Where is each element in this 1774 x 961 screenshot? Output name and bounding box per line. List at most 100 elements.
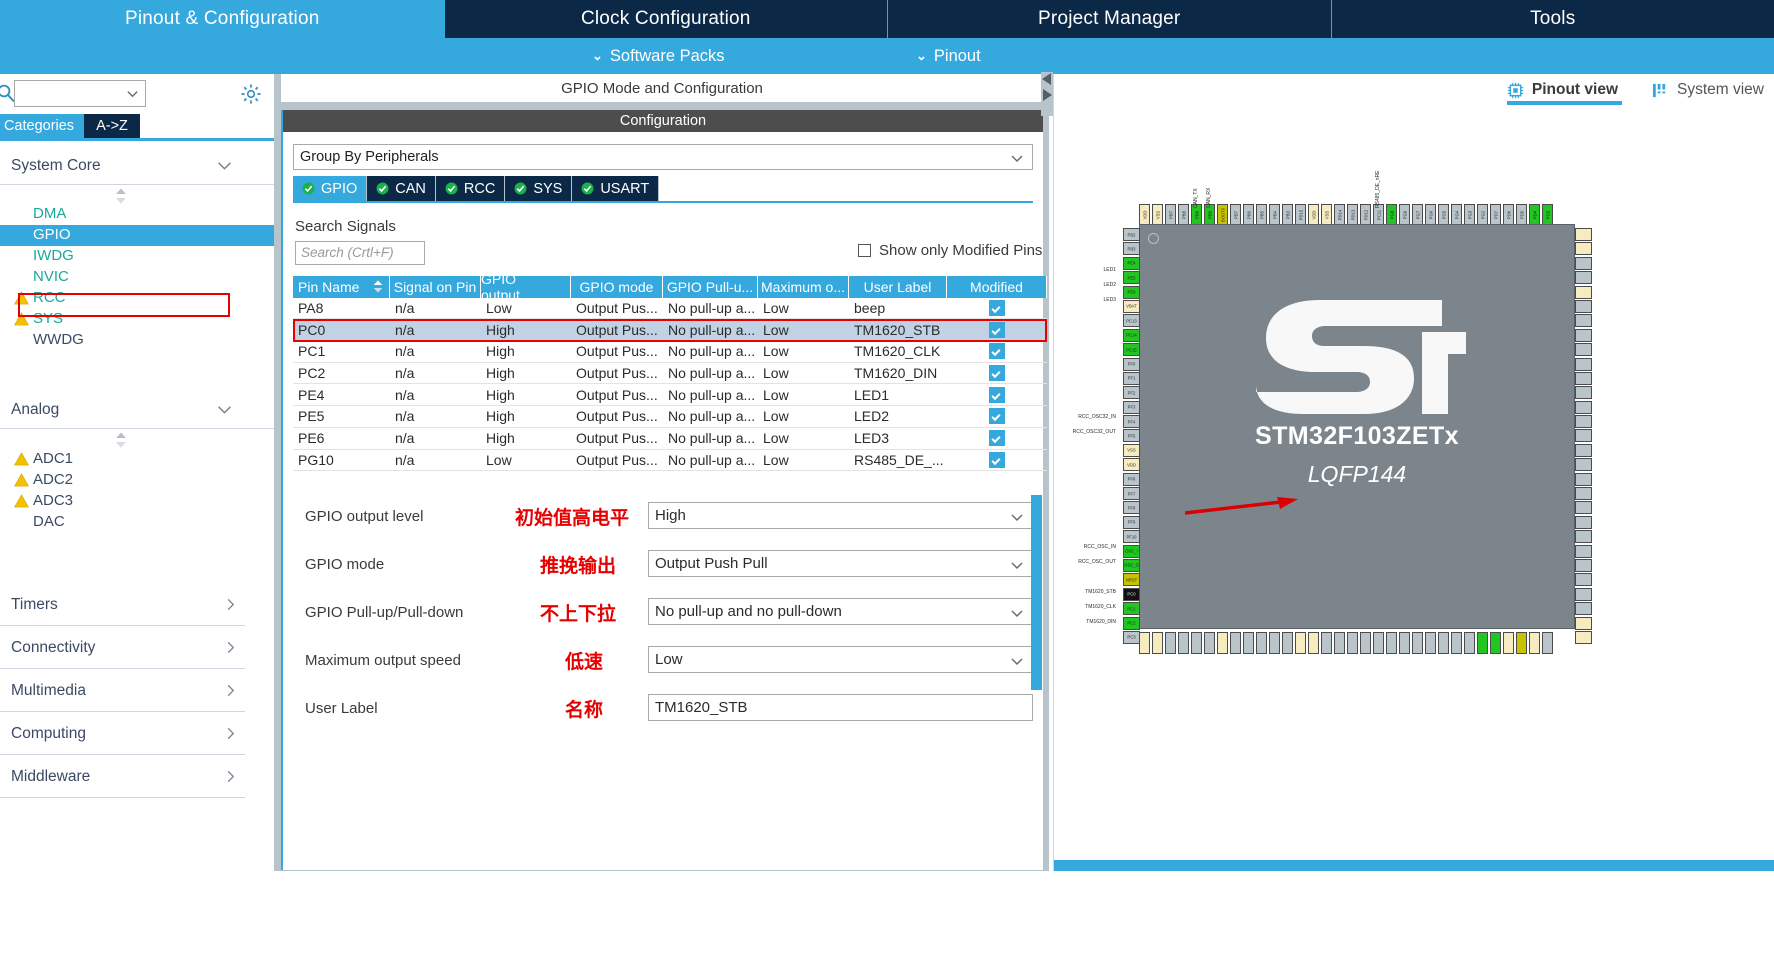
tab-pinout-configuration[interactable]: Pinout & Configuration <box>0 0 444 38</box>
user-label-input[interactable]: TM1620_STB <box>648 694 1033 721</box>
sidebar-item-adc2[interactable]: ADC2 <box>0 470 274 491</box>
sidebar-item-nvic[interactable]: NVIC <box>0 267 274 288</box>
pin-pad[interactable] <box>1230 632 1241 654</box>
cell-modified[interactable] <box>947 406 1047 427</box>
cell-modified[interactable] <box>947 319 1047 340</box>
pin-pad[interactable] <box>1425 632 1436 654</box>
modified-checkbox[interactable] <box>989 365 1005 381</box>
pin-pad[interactable] <box>1575 516 1592 529</box>
pin-pad[interactable] <box>1321 632 1332 654</box>
pin-pad[interactable]: PD3 <box>1542 204 1553 226</box>
pin-pad[interactable]: PE4 <box>1123 257 1140 270</box>
pin-pad[interactable]: PD6 <box>1503 204 1514 226</box>
modified-checkbox[interactable] <box>989 408 1005 424</box>
pin-pad[interactable] <box>1490 632 1501 654</box>
pin-pad[interactable]: PF0 <box>1123 358 1140 371</box>
pin-pad[interactable] <box>1438 632 1449 654</box>
sidebar-spinner-icon[interactable] <box>114 431 128 449</box>
modified-checkbox[interactable] <box>989 387 1005 403</box>
modified-checkbox[interactable] <box>989 452 1005 468</box>
cell-max-speed[interactable]: Low <box>758 384 849 405</box>
pin-pad[interactable]: NRST <box>1123 573 1140 586</box>
cell-max-speed[interactable]: Low <box>758 363 849 384</box>
collapse-left-icon[interactable] <box>1041 72 1053 86</box>
cell-user-label[interactable]: LED2 <box>849 406 947 427</box>
pin-pad[interactable] <box>1575 631 1592 644</box>
pin-pad[interactable]: BOOT0 <box>1217 204 1228 226</box>
cell-gpio-output-level[interactable]: Low <box>481 450 571 471</box>
sidebar-group-multimedia[interactable]: Multimedia <box>0 670 245 712</box>
cell-gpio-output-level[interactable]: High <box>481 363 571 384</box>
column-header-gpio-mode[interactable]: GPIO mode <box>571 276 663 298</box>
pin-pad[interactable]: PD13 <box>1347 204 1358 226</box>
cell-gpio-mode[interactable]: Output Pus... <box>571 428 663 449</box>
pin-pad[interactable]: PG8 <box>1386 204 1397 226</box>
pin-pad[interactable]: PB8 <box>1178 204 1189 226</box>
table-row[interactable]: PC2 n/a High Output Pus... No pull-up a.… <box>293 363 1047 385</box>
peripheral-tab-usart[interactable]: USART <box>572 176 659 201</box>
pin-pad[interactable] <box>1575 429 1592 442</box>
tab-tools[interactable]: Tools <box>1331 0 1774 38</box>
pin-pad[interactable]: PC13 <box>1123 314 1140 327</box>
cell-gpio-mode[interactable]: Output Pus... <box>571 450 663 471</box>
column-header-modified[interactable]: Modified <box>947 276 1047 298</box>
sidebar-search-combo[interactable] <box>14 80 146 107</box>
column-header-gpio-pull-up[interactable]: GPIO Pull-u... <box>663 276 758 298</box>
pin-pad[interactable]: PF7 <box>1123 487 1140 500</box>
gpio-pull-dropdown[interactable]: No pull-up and no pull-down <box>648 598 1033 625</box>
cell-user-label[interactable]: LED3 <box>849 428 947 449</box>
sidebar-group-computing[interactable]: Computing <box>0 713 245 755</box>
pin-pad[interactable]: PC2 <box>1123 617 1140 630</box>
pin-pad[interactable]: PD15 <box>1295 204 1306 226</box>
sidebar-item-sys[interactable]: SYS <box>0 309 274 330</box>
tab-system-view[interactable]: System view <box>1652 81 1764 105</box>
pin-pad[interactable] <box>1516 632 1527 654</box>
sidebar-item-dma[interactable]: DMA <box>0 204 274 225</box>
pin-pad[interactable] <box>1477 632 1488 654</box>
pin-pad[interactable] <box>1575 458 1592 471</box>
pin-pad[interactable] <box>1575 343 1592 356</box>
cell-gpio-mode[interactable]: Output Pus... <box>571 363 663 384</box>
pin-pad[interactable]: PB4 <box>1269 204 1280 226</box>
pin-pad[interactable]: VSS <box>1123 444 1140 457</box>
pin-pad[interactable]: PC3 <box>1123 631 1140 644</box>
pin-pad[interactable]: VSS <box>1152 204 1163 226</box>
show-only-modified-pins-row[interactable]: Show only Modified Pins <box>858 242 1042 259</box>
pin-pad[interactable]: PB7 <box>1165 204 1176 226</box>
pin-pad[interactable]: PG5 <box>1438 204 1449 226</box>
pin-pad[interactable] <box>1269 632 1280 654</box>
peripheral-tab-can[interactable]: CAN <box>367 176 436 201</box>
pin-pad[interactable] <box>1575 286 1592 299</box>
sidebar-item-iwdg[interactable]: IWDG <box>0 246 274 267</box>
table-row[interactable]: PA8 n/a Low Output Pus... No pull-up a..… <box>293 298 1047 320</box>
pin-pad[interactable] <box>1282 632 1293 654</box>
cell-gpio-pull[interactable]: No pull-up a... <box>663 319 758 340</box>
pin-pad[interactable] <box>1191 632 1202 654</box>
cell-user-label[interactable]: TM1620_STB <box>849 319 947 340</box>
cell-max-speed[interactable]: Low <box>758 406 849 427</box>
cell-gpio-pull[interactable]: No pull-up a... <box>663 298 758 319</box>
pin-pad[interactable]: PB5 <box>1256 204 1267 226</box>
column-header-maximum-output[interactable]: Maximum o... <box>758 276 849 298</box>
cell-modified[interactable] <box>947 341 1047 362</box>
cell-modified[interactable] <box>947 363 1047 384</box>
pin-pad[interactable] <box>1295 632 1306 654</box>
cell-gpio-pull[interactable]: No pull-up a... <box>663 450 758 471</box>
pin-pad[interactable] <box>1575 386 1592 399</box>
cell-modified[interactable] <box>947 428 1047 449</box>
pin-pad[interactable] <box>1575 415 1592 428</box>
pin-pad[interactable] <box>1575 444 1592 457</box>
pin-pad[interactable] <box>1308 632 1319 654</box>
cell-gpio-pull[interactable]: No pull-up a... <box>663 428 758 449</box>
pin-pad[interactable] <box>1575 358 1592 371</box>
column-header-signal-on-pin[interactable]: Signal on Pin <box>390 276 481 298</box>
pin-pad[interactable]: VBAT <box>1123 300 1140 313</box>
cell-user-label[interactable]: TM1620_DIN <box>849 363 947 384</box>
pin-pad[interactable]: PG3 <box>1464 204 1475 226</box>
pin-pad[interactable]: PB2 <box>1123 228 1140 241</box>
modified-checkbox[interactable] <box>989 322 1005 338</box>
pin-pad[interactable]: PF3 <box>1123 401 1140 414</box>
chip-pinout-diagram[interactable]: VDD VSS PB7 PB8 PB9 PB8 BOOT0 PB7 PB6 PB… <box>1061 192 1761 792</box>
gpio-mode-dropdown[interactable]: Output Push Pull <box>648 550 1033 577</box>
pin-pad[interactable] <box>1575 588 1592 601</box>
